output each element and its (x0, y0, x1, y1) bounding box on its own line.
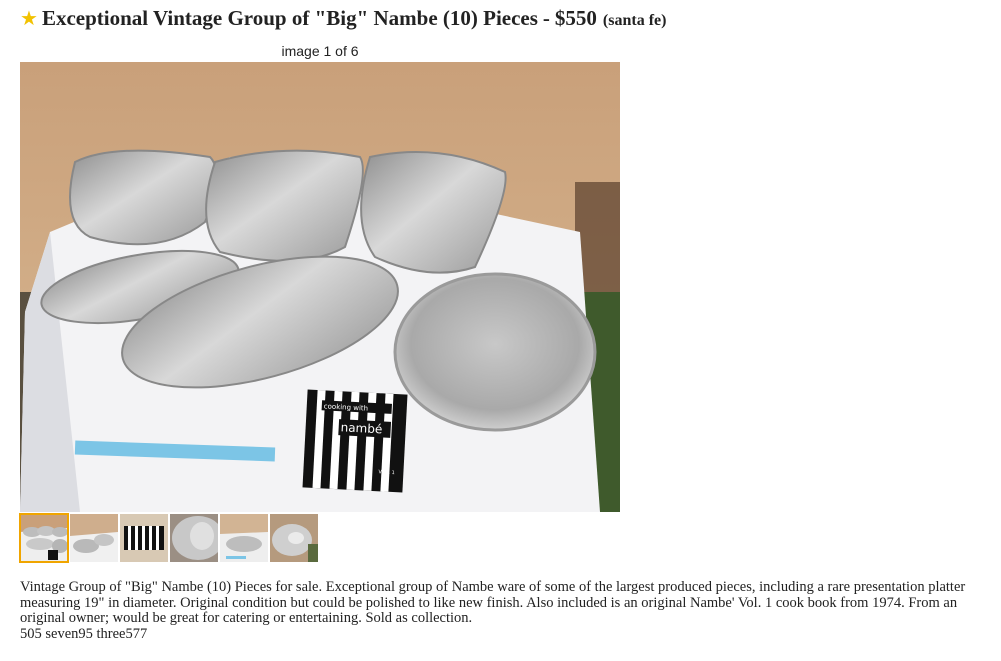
thumbnail-2[interactable] (70, 514, 118, 562)
posting-title-row: ★ Exceptional Vintage Group of "Big" Nam… (20, 6, 666, 31)
contact-phone: 505 seven95 three577 (20, 625, 148, 642)
posting-price: $550 (554, 6, 597, 30)
thumbnail-3[interactable] (120, 514, 168, 562)
posting-title: Exceptional Vintage Group of "Big" Nambe… (41, 6, 538, 30)
posting-location: (santa fe) (602, 12, 667, 29)
thumbnail-1[interactable] (19, 513, 69, 563)
thumbnail-4[interactable] (170, 514, 218, 562)
description-text: Vintage Group of "Big" Nambe (10) Pieces… (20, 579, 966, 626)
cookbook: cooking with nambé VOL. 1 (302, 389, 408, 493)
svg-text:VOL. 1: VOL. 1 (378, 469, 395, 476)
thumbnail-5[interactable] (220, 514, 268, 562)
main-image[interactable]: cooking with nambé VOL. 1 (20, 62, 620, 512)
svg-text:nambé: nambé (340, 420, 382, 436)
thumbnail-6[interactable] (270, 514, 318, 562)
favorite-star-icon[interactable]: ★ (20, 8, 38, 28)
image-counter: image 1 of 6 (281, 43, 359, 59)
price-separator: - (542, 6, 550, 30)
posting-description: Vintage Group of "Big" Nambe (10) Pieces… (20, 579, 985, 642)
